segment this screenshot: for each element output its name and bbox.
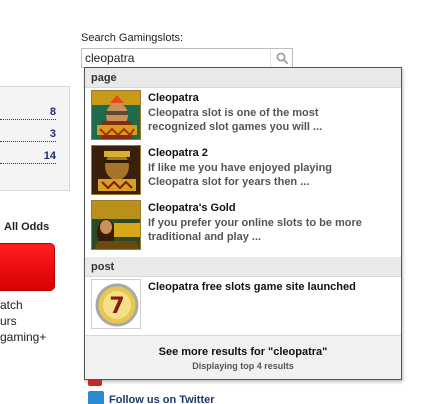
stat-row[interactable]: 14 (0, 147, 56, 164)
search-icon (276, 52, 288, 64)
see-more-footer[interactable]: See more results for "cleopatra" Display… (85, 335, 401, 379)
results-count-text: Displaying top 4 results (192, 361, 294, 371)
twitter-icon[interactable] (88, 391, 104, 404)
search-results-dropdown: page Cleopatra Cleopatra slot is one of … (84, 67, 402, 380)
stat-row[interactable]: 8 (0, 103, 56, 120)
result-item[interactable]: Cleopatra's Gold If you prefer your onli… (85, 200, 401, 252)
result-title: Cleopatra (148, 92, 199, 104)
stats-panel: 8 3 14 (0, 86, 70, 191)
svg-text:7: 7 (109, 294, 124, 319)
result-description: If you prefer your online slots to be mo… (148, 217, 362, 243)
result-title: Cleopatra 2 (148, 147, 208, 159)
stat-row[interactable]: 3 (0, 125, 56, 142)
result-title: Cleopatra free slots game site launched (148, 281, 356, 293)
follow-twitter-link[interactable]: Follow us on Twitter (109, 394, 215, 404)
search-input[interactable] (83, 50, 269, 66)
cleopatras-gold-thumbnail (91, 200, 141, 250)
stat-count: 14 (43, 150, 56, 162)
result-description: Cleopatra slot is one of the most recogn… (148, 107, 323, 133)
social-icon[interactable] (88, 380, 102, 386)
all-odds-link[interactable]: All Odds (4, 221, 49, 233)
left-text-line: atch (0, 298, 23, 312)
left-text-line: gaming+ (0, 330, 47, 344)
search-button[interactable] (270, 49, 292, 67)
result-item[interactable]: 7 Cleopatra free slots game site launche… (85, 279, 401, 331)
left-text-line: urs (0, 314, 17, 328)
see-more-results-link[interactable]: See more results for "cleopatra" (85, 346, 401, 358)
result-item[interactable]: Cleopatra Cleopatra slot is one of the m… (85, 90, 401, 142)
stat-count: 3 (49, 128, 56, 140)
red-action-button[interactable] (0, 243, 55, 291)
result-description: If like me you have enjoyed playing Cleo… (148, 162, 333, 188)
cleopatra-2-thumbnail (91, 145, 141, 195)
search-box (81, 48, 293, 68)
section-heading-page: page (85, 68, 401, 88)
search-label: Search Gamingslots: (81, 32, 184, 44)
left-column: 8 3 14 All Odds atch urs gaming+ (0, 0, 84, 404)
result-item[interactable]: Cleopatra 2 If like me you have enjoyed … (85, 145, 401, 197)
section-heading-post: post (85, 257, 401, 277)
stat-count: 8 (49, 106, 56, 118)
result-title: Cleopatra's Gold (148, 202, 236, 214)
cleopatra-thumbnail (91, 90, 141, 140)
lucky-7-logo-thumbnail: 7 (91, 279, 141, 329)
